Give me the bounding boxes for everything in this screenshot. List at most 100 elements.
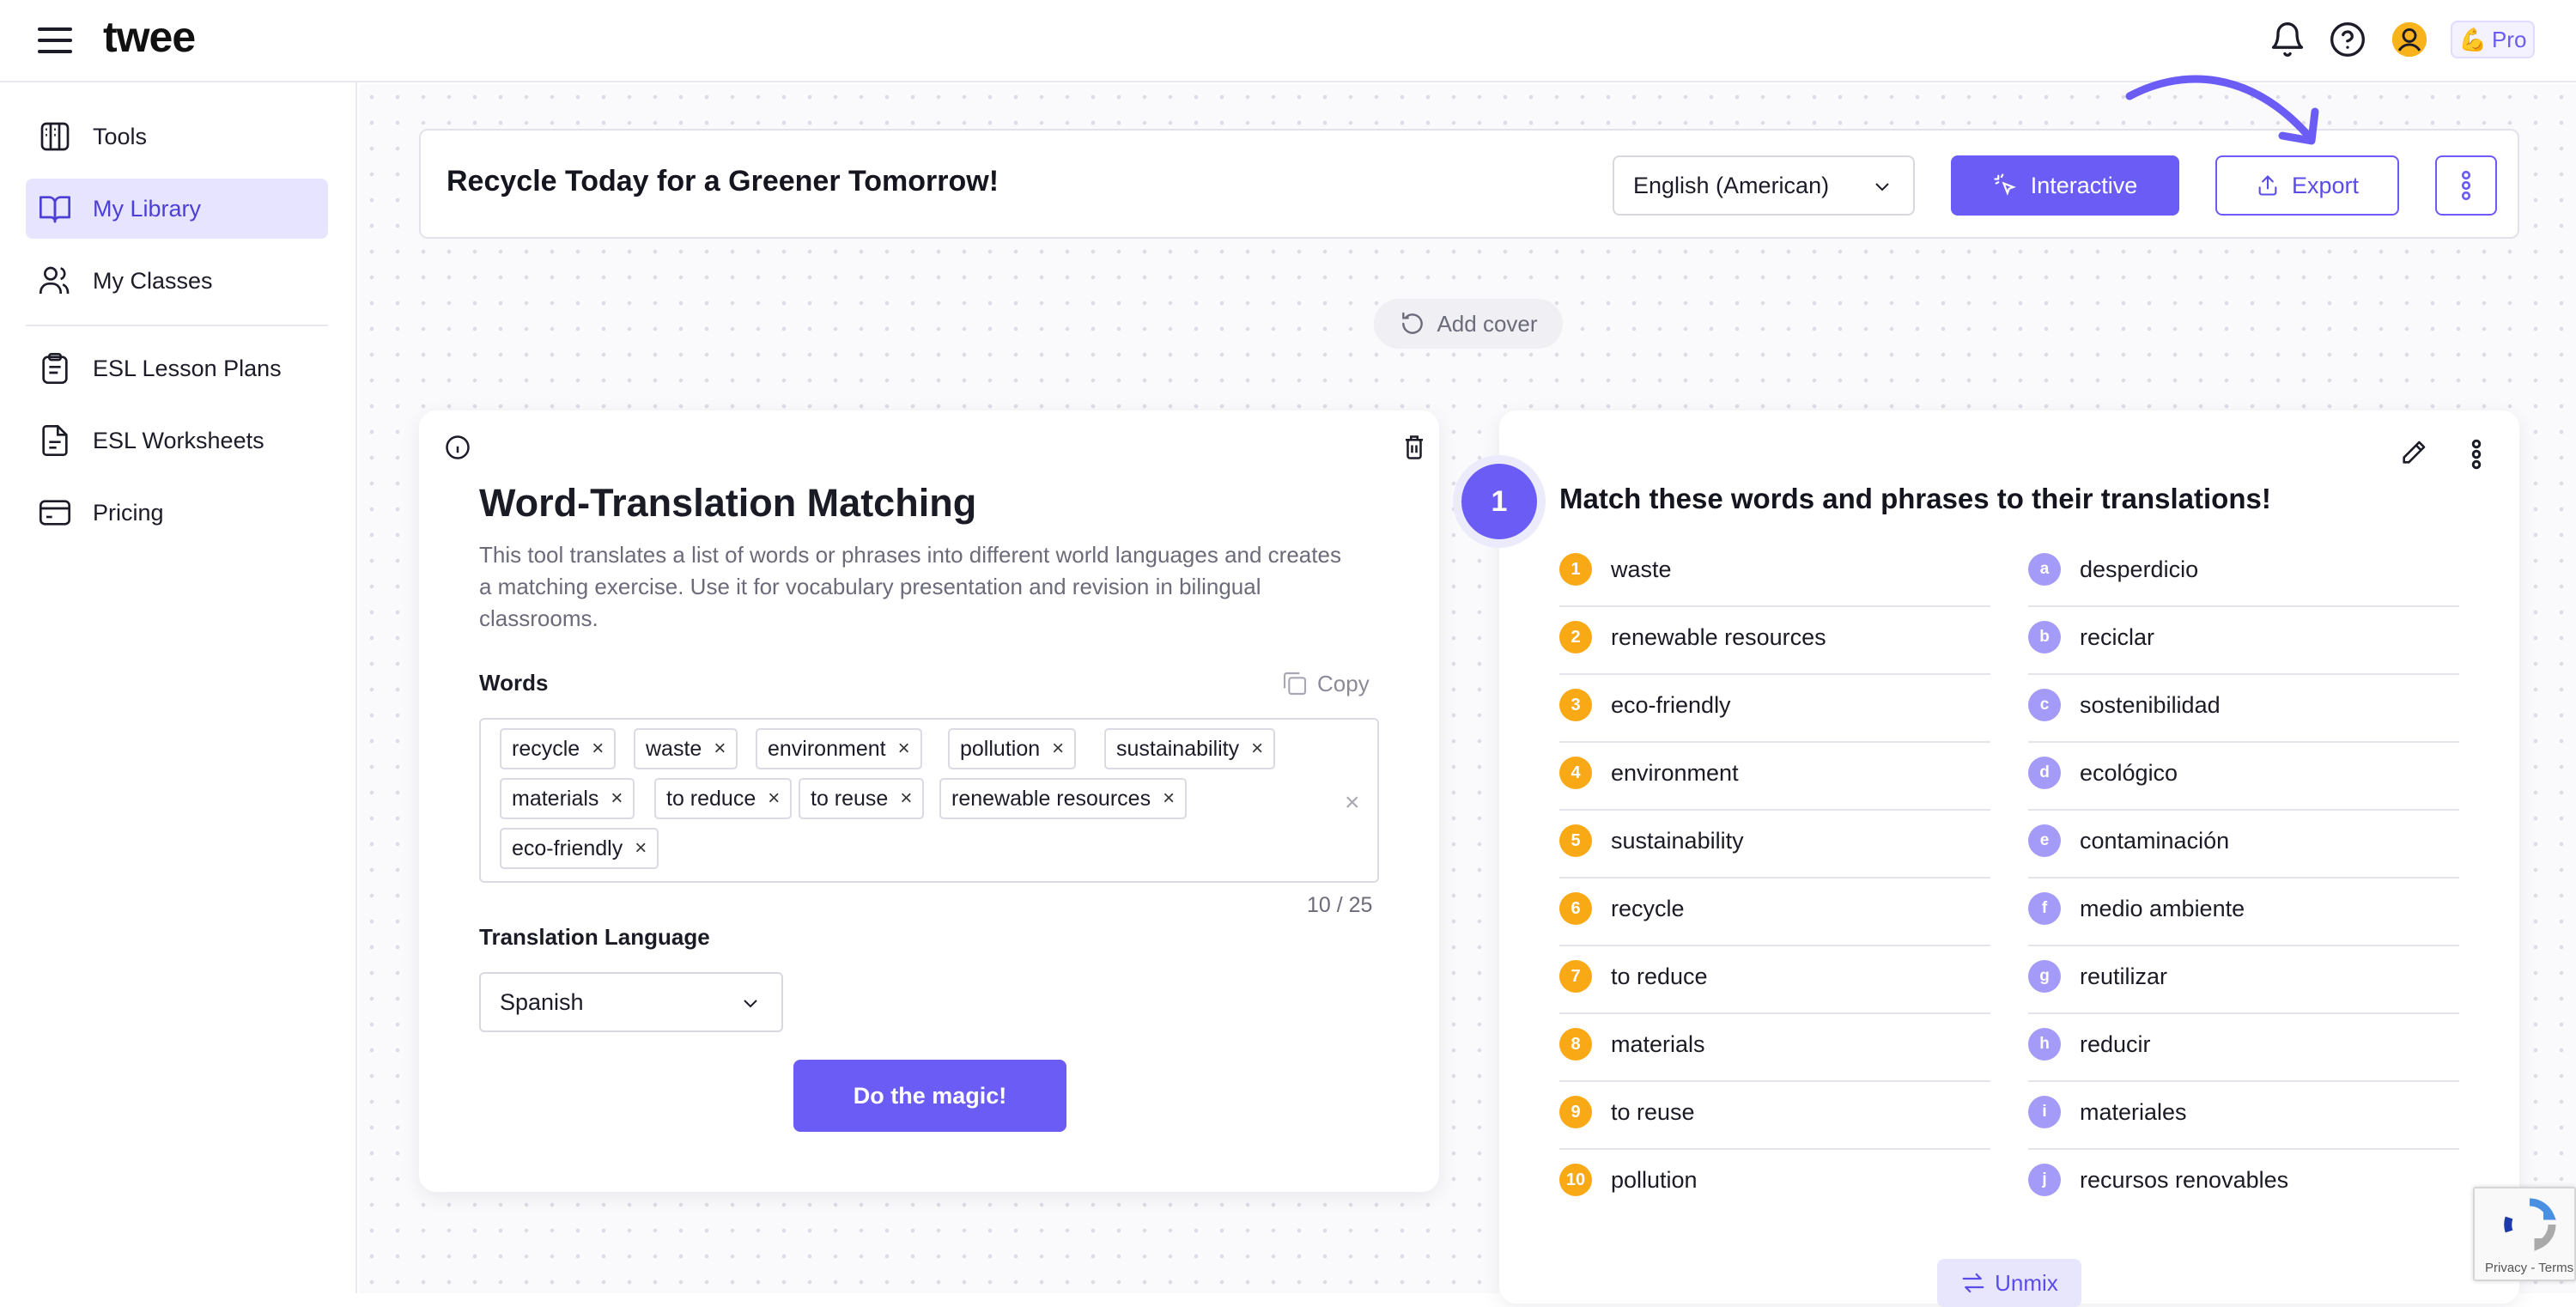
list-item: 10 pollution — [1559, 1150, 1990, 1218]
list-item: 5 sustainability — [1559, 811, 1990, 878]
remove-chip-icon[interactable]: × — [592, 737, 604, 761]
word-chip[interactable]: waste × — [634, 728, 738, 769]
sidebar-item-esl-worksheets[interactable]: ESL Worksheets — [26, 410, 328, 471]
worksheet-title[interactable]: Recycle Today for a Greener Tomorrow! — [447, 165, 999, 198]
word-chip[interactable]: environment × — [756, 728, 922, 769]
export-button[interactable]: Export — [2215, 155, 2399, 216]
add-cover-button[interactable]: Add cover — [1374, 299, 1563, 349]
card-icon — [39, 500, 70, 526]
number-badge: 4 — [1559, 757, 1592, 789]
remove-chip-icon[interactable]: × — [898, 737, 910, 761]
remove-chip-icon[interactable]: × — [1052, 737, 1064, 761]
recaptcha-links[interactable]: Privacy - Terms — [2485, 1261, 2573, 1275]
avatar-icon[interactable] — [2391, 21, 2428, 58]
clipboard-icon — [42, 353, 68, 384]
chevron-down-icon — [744, 1000, 757, 1008]
remove-chip-icon[interactable]: × — [635, 836, 647, 860]
result-card: Match these words and phrases to their t… — [1499, 410, 2519, 1304]
word-chip[interactable]: to reuse × — [799, 778, 925, 819]
unmix-button[interactable]: Unmix — [1937, 1259, 2081, 1307]
app-logo[interactable]: twee — [103, 12, 196, 62]
word-chip[interactable]: eco-friendly × — [500, 828, 659, 869]
more-options-button[interactable] — [2435, 155, 2497, 216]
add-cover-label: Add cover — [1437, 310, 1538, 337]
sidebar-item-my-library[interactable]: My Library — [26, 179, 328, 239]
swap-arrows-icon — [1962, 1273, 1984, 1293]
copy-label: Copy — [1317, 670, 1370, 696]
sidebar-item-my-classes[interactable]: My Classes — [26, 251, 328, 311]
list-item: 2 renewable resources — [1559, 607, 1990, 675]
number-badge: 10 — [1559, 1164, 1592, 1196]
list-item: 7 to reduce — [1559, 946, 1990, 1014]
interactive-button[interactable]: Interactive — [1951, 155, 2179, 216]
word-chip[interactable]: to reduce × — [654, 778, 793, 819]
language-select[interactable]: English (American) — [1613, 155, 1915, 216]
sidebar-item-esl-lesson-plans[interactable]: ESL Lesson Plans — [26, 338, 328, 398]
words-column: 1 waste 2 renewable resources 3 eco-friendl… — [1559, 539, 1990, 1218]
sidebar-item-tools[interactable]: Tools — [26, 106, 328, 167]
pencil-icon[interactable] — [2399, 438, 2428, 467]
upload-icon — [2258, 175, 2277, 196]
number-badge: 8 — [1559, 1028, 1592, 1061]
number-badge: 5 — [1559, 824, 1592, 857]
vertical-dots-icon[interactable] — [2471, 438, 2482, 471]
remove-chip-icon[interactable]: × — [1251, 737, 1263, 761]
step-number-badge: 1 — [1461, 464, 1537, 539]
clear-all-icon[interactable]: × — [1345, 788, 1360, 818]
menu-icon[interactable] — [38, 27, 72, 53]
sidebar-divider — [26, 325, 328, 326]
number-badge: 2 — [1559, 621, 1592, 654]
number-badge: 3 — [1559, 689, 1592, 721]
word-chip[interactable]: renewable resources × — [939, 778, 1188, 819]
book-icon — [39, 196, 70, 223]
vertical-dots-icon — [2461, 170, 2471, 201]
number-badge: 9 — [1559, 1096, 1592, 1128]
bell-icon[interactable] — [2269, 21, 2306, 58]
exercise-instruction: Match these words and phrases to their t… — [1559, 483, 2271, 514]
sidebar: Tools My Library My Classes ESL Lesson P… — [0, 82, 357, 1293]
list-item: a desperdicio — [2028, 539, 2459, 607]
copy-icon — [1283, 672, 1307, 696]
list-item: c sostenibilidad — [2028, 675, 2459, 743]
chevron-down-icon — [1875, 183, 1889, 191]
users-icon — [39, 266, 70, 294]
letter-badge: h — [2028, 1028, 2061, 1061]
help-icon[interactable] — [2329, 21, 2366, 58]
recaptcha-icon — [2504, 1198, 2556, 1251]
word-chip[interactable]: pollution × — [948, 728, 1077, 769]
sidebar-item-label: Tools — [93, 123, 148, 149]
remove-chip-icon[interactable]: × — [900, 787, 912, 811]
letter-badge: c — [2028, 689, 2061, 721]
tool-title: Word-Translation Matching — [479, 481, 977, 525]
word-chip[interactable]: sustainability × — [1104, 728, 1276, 769]
copy-button[interactable]: Copy — [1281, 668, 1370, 699]
pro-badge[interactable]: 💪 Pro — [2451, 21, 2535, 58]
remove-chip-icon[interactable]: × — [714, 737, 726, 761]
do-the-magic-button[interactable]: Do the magic! — [793, 1060, 1066, 1132]
list-item: h reducir — [2028, 1014, 2459, 1082]
list-item: g reutilizar — [2028, 946, 2459, 1014]
number-badge: 1 — [1559, 553, 1592, 586]
curved-arrow-icon — [2125, 75, 2319, 145]
word-counter: 10 / 25 — [1307, 893, 1373, 917]
trash-icon[interactable] — [1403, 435, 1425, 460]
recaptcha-badge[interactable]: Privacy - Terms — [2473, 1187, 2576, 1281]
letter-badge: g — [2028, 960, 2061, 993]
sidebar-item-pricing[interactable]: Pricing — [26, 483, 328, 543]
remove-chip-icon[interactable]: × — [1163, 787, 1175, 811]
remove-chip-icon[interactable]: × — [768, 787, 780, 811]
words-input[interactable]: recycle × waste × environment × pollution × … — [479, 718, 1379, 883]
list-item: j recursos renovables — [2028, 1150, 2459, 1218]
translation-language-select[interactable]: Spanish — [479, 972, 783, 1032]
sidebar-item-label: ESL Worksheets — [93, 427, 264, 453]
word-chip[interactable]: materials × — [500, 778, 635, 819]
remove-chip-icon[interactable]: × — [611, 787, 623, 811]
sidebar-item-label: Pricing — [93, 499, 164, 526]
letter-badge: e — [2028, 824, 2061, 857]
list-item: 8 materials — [1559, 1014, 1990, 1082]
info-icon[interactable] — [445, 435, 471, 460]
export-label: Export — [2291, 172, 2360, 198]
list-item: 4 environment — [1559, 743, 1990, 811]
number-badge: 7 — [1559, 960, 1592, 993]
word-chip[interactable]: recycle × — [500, 728, 617, 769]
